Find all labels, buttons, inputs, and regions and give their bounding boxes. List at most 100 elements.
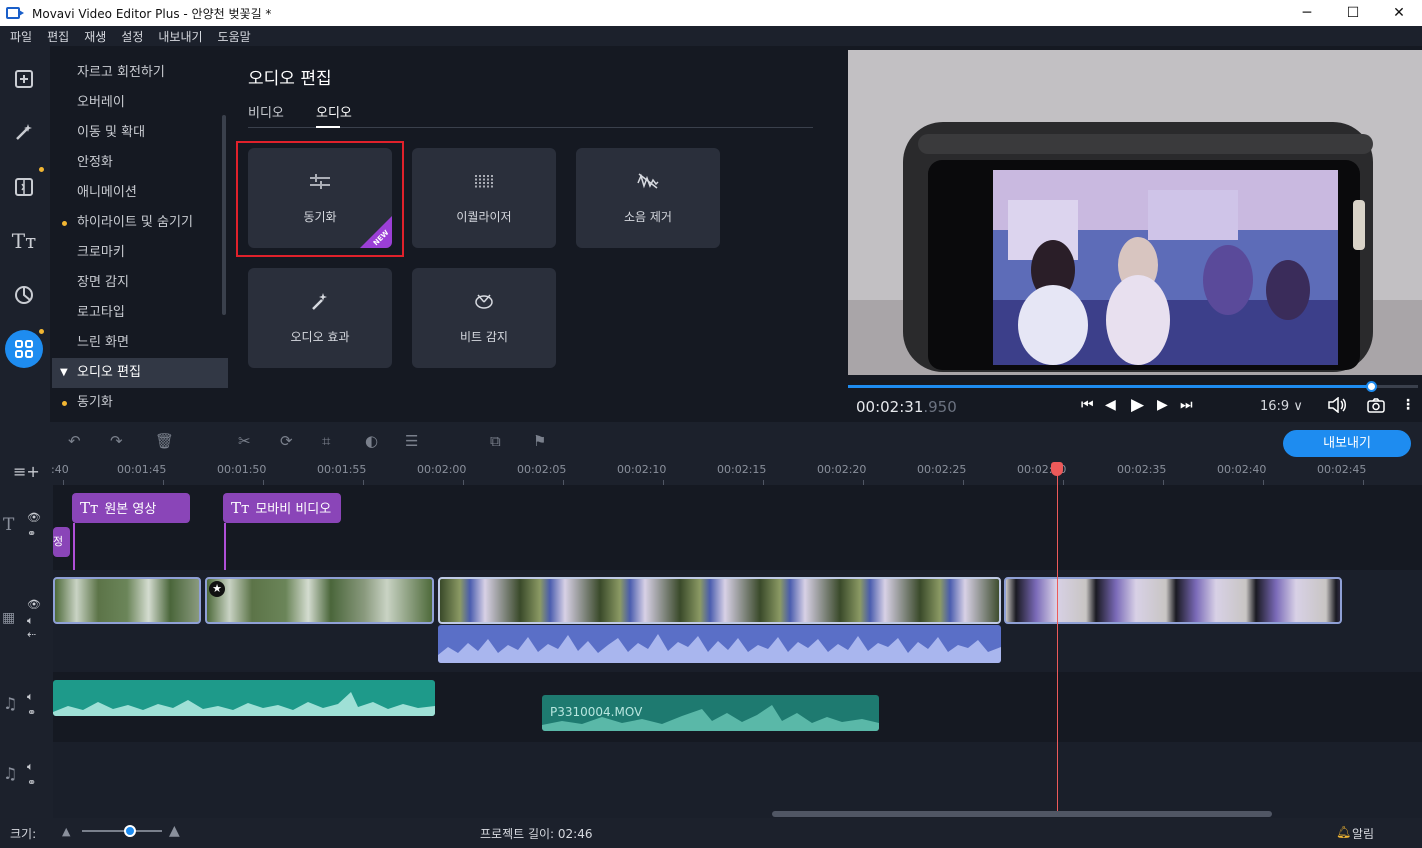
tool-audio-editing[interactable]: ▼ 오디오 편집 bbox=[52, 358, 228, 388]
title-track[interactable]: Tт원본 영상 Tт모바비 비디오 정호 bbox=[53, 485, 1422, 575]
timeline-horizontal-scrollbar[interactable] bbox=[772, 811, 1272, 817]
tool-stabilization[interactable]: 안정화 bbox=[52, 148, 228, 178]
transitions-icon[interactable] bbox=[5, 168, 43, 206]
undo-icon[interactable]: ↶ bbox=[68, 432, 81, 450]
magic-wand-icon[interactable] bbox=[5, 113, 43, 151]
unlink-icon[interactable]: ⚭ bbox=[27, 706, 36, 719]
ruler-label: 00:02:40 bbox=[1217, 463, 1267, 476]
audio-track-2[interactable] bbox=[53, 742, 1422, 818]
volume-icon[interactable] bbox=[1327, 396, 1347, 417]
mute-icon[interactable]: 🔈︎ bbox=[27, 614, 34, 628]
timeline-ruler[interactable]: :40 00:01:45 00:01:50 00:01:55 00:02:00 … bbox=[51, 460, 1422, 485]
skip-end-icon[interactable]: ⏭ bbox=[1180, 397, 1193, 413]
menu-settings[interactable]: 설정 bbox=[121, 28, 143, 45]
marker-icon[interactable]: ⚑ bbox=[533, 432, 546, 450]
title-track-icon: T bbox=[3, 515, 15, 535]
menu-export[interactable]: 내보내기 bbox=[158, 28, 202, 45]
redo-icon[interactable]: ↷ bbox=[110, 432, 123, 450]
audio-clip[interactable] bbox=[53, 680, 435, 716]
tools-list-scrollbar[interactable] bbox=[222, 115, 226, 315]
tool-logo[interactable]: 로고타입 bbox=[52, 298, 228, 328]
tool-slow-motion[interactable]: 느린 화면 bbox=[52, 328, 228, 358]
title-bar: Movavi Video Editor Plus - 안양천 벚꽃길 * ─ ☐… bbox=[0, 0, 1422, 26]
more-options-icon[interactable]: ⋮ bbox=[1401, 397, 1415, 413]
link-icon[interactable]: ⚭ bbox=[27, 776, 36, 789]
aspect-ratio-select[interactable]: 16:9 ∨ bbox=[1260, 399, 1303, 414]
title-clip-label: 정호 bbox=[53, 535, 64, 548]
tool-chroma-key[interactable]: 크로마키 bbox=[52, 238, 228, 268]
noise-removal-card[interactable]: 소음 제거 bbox=[576, 148, 720, 248]
menu-edit[interactable]: 편집 bbox=[47, 28, 69, 45]
link-icon[interactable]: ⚭ bbox=[27, 527, 36, 540]
skip-start-icon[interactable]: ⏮ bbox=[1081, 397, 1094, 413]
stickers-icon[interactable] bbox=[5, 276, 43, 314]
audio-effects-card[interactable]: 오디오 효과 bbox=[248, 268, 392, 368]
delete-icon[interactable]: 🗑︎ bbox=[155, 432, 174, 450]
tab-video[interactable]: 비디오 bbox=[248, 102, 284, 121]
zoom-in-icon[interactable]: ▲ bbox=[169, 823, 180, 839]
import-icon[interactable] bbox=[5, 60, 43, 98]
tool-overlay[interactable]: 오버레이 bbox=[52, 88, 228, 118]
noise-removal-label: 소음 제거 bbox=[624, 210, 672, 224]
progress-knob[interactable] bbox=[1366, 381, 1377, 392]
audio-track-2-header: ♫ 🔈︎ ⚭ bbox=[0, 742, 53, 818]
playhead-handle[interactable] bbox=[1051, 462, 1063, 476]
tool-pan-zoom[interactable]: 이동 및 확대 bbox=[52, 118, 228, 148]
maximize-button[interactable]: ☐ bbox=[1330, 0, 1376, 26]
tool-scene-detection[interactable]: 장면 감지 bbox=[52, 268, 228, 298]
tool-animation[interactable]: 애니메이션 bbox=[52, 178, 228, 208]
bell-icon[interactable]: 🔔︎ bbox=[1336, 825, 1351, 839]
video-preview[interactable] bbox=[848, 50, 1422, 375]
video-track-icon: ▦ bbox=[2, 610, 16, 626]
equalizer-card[interactable]: 이퀄라이저 bbox=[412, 148, 556, 248]
ruler-label: 00:02:05 bbox=[517, 463, 567, 476]
next-frame-icon[interactable]: ▶︎ bbox=[1157, 397, 1168, 413]
color-adjust-icon[interactable]: ◐ bbox=[365, 432, 378, 450]
title-clip-original[interactable]: Tт 원본 영상 bbox=[72, 493, 190, 523]
play-icon[interactable]: ▶ bbox=[1131, 395, 1144, 415]
more-tools-icon[interactable] bbox=[5, 330, 43, 368]
rotate-icon[interactable]: ⟳ bbox=[280, 432, 293, 450]
menu-help[interactable]: 도움말 bbox=[218, 28, 251, 45]
audio-clip-mov[interactable]: P3310004.MOV bbox=[542, 695, 879, 731]
notifications-label[interactable]: 알림 bbox=[1352, 825, 1374, 842]
close-button[interactable]: ✕ bbox=[1376, 0, 1422, 26]
playhead-line bbox=[1057, 462, 1058, 812]
video-clip-selected[interactable] bbox=[438, 577, 1001, 624]
video-clip[interactable] bbox=[1004, 577, 1342, 624]
title-clip-partial[interactable]: 정호 bbox=[53, 527, 70, 557]
title-clip-movavi[interactable]: Tт 모바비 비디오 bbox=[223, 493, 341, 523]
video-track[interactable]: ★ bbox=[53, 570, 1422, 672]
video-audio-waveform[interactable] bbox=[438, 625, 1001, 663]
audio-track-1[interactable]: P3310004.MOV bbox=[53, 672, 1422, 742]
previous-frame-icon[interactable]: ◀︎ bbox=[1105, 397, 1116, 413]
title-track-header: T 👁︎ ⚭ bbox=[0, 485, 53, 570]
clip-properties-icon[interactable]: ☰ bbox=[405, 432, 418, 450]
beat-detection-card[interactable]: 비트 감지 bbox=[412, 268, 556, 368]
tool-highlight-conceal[interactable]: 하이라이트 및 숨기기 bbox=[52, 208, 228, 238]
titles-icon[interactable]: Tт bbox=[5, 222, 43, 260]
audio-detach-icon[interactable]: ⧉ bbox=[490, 432, 501, 450]
visibility-icon[interactable]: 👁︎ bbox=[27, 598, 41, 611]
zoom-slider-knob[interactable] bbox=[124, 825, 136, 837]
crop-icon[interactable]: ⌗ bbox=[322, 432, 330, 450]
tool-sync[interactable]: 동기화 bbox=[52, 388, 228, 418]
visibility-icon[interactable]: 👁︎ bbox=[27, 511, 41, 524]
zoom-slider-track[interactable] bbox=[82, 830, 162, 832]
mute-icon[interactable]: 🔈︎ bbox=[27, 690, 34, 704]
menu-playback[interactable]: 재생 bbox=[84, 28, 106, 45]
link-icon[interactable]: ⇠ bbox=[27, 628, 36, 641]
zoom-out-icon[interactable]: ▲ bbox=[62, 825, 70, 838]
video-clip[interactable]: ★ bbox=[205, 577, 434, 624]
snapshot-icon[interactable] bbox=[1367, 397, 1385, 417]
cut-icon[interactable]: ✂︎ bbox=[238, 432, 251, 450]
minimize-button[interactable]: ─ bbox=[1284, 0, 1330, 26]
tab-audio[interactable]: 오디오 bbox=[316, 102, 352, 121]
menu-file[interactable]: 파일 bbox=[10, 28, 32, 45]
video-clip[interactable] bbox=[53, 577, 201, 624]
mute-icon[interactable]: 🔈︎ bbox=[27, 760, 34, 774]
add-track-icon[interactable]: ≡+ bbox=[13, 462, 40, 481]
tool-crop-rotate[interactable]: 자르고 회전하기 bbox=[52, 58, 228, 88]
audio-track-1-header: ♫ 🔈︎ ⚭ bbox=[0, 672, 53, 742]
export-button[interactable]: 내보내기 bbox=[1283, 430, 1411, 457]
